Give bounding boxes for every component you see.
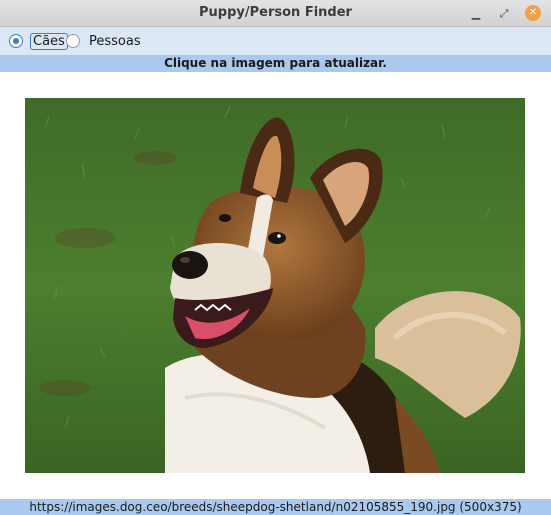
radio-pessoas-label[interactable]: Pessoas [87,33,143,50]
radio-caes-label[interactable]: Cães [30,32,68,50]
radio-caes[interactable]: Cães [9,31,68,51]
title-bar[interactable]: Puppy/Person Finder ▁ ⤢ ✕ [0,0,551,27]
radio-pessoas[interactable]: Pessoas [66,31,143,51]
dog-image[interactable] [25,98,525,473]
dog-photo [25,98,525,473]
radio-checked-icon[interactable] [9,34,23,48]
close-icon[interactable]: ✕ [525,5,541,21]
app-window: Puppy/Person Finder ▁ ⤢ ✕ Cães Pessoas C… [0,0,551,515]
category-toolbar: Cães Pessoas [0,27,551,55]
image-url-status: https://images.dog.ceo/breeds/sheepdog-s… [0,499,551,515]
radio-unchecked-icon[interactable] [66,34,80,48]
info-banner: Clique na imagem para atualizar. [0,55,551,72]
minimize-icon[interactable]: ▁ [468,5,484,21]
maximize-icon[interactable]: ⤢ [496,5,512,21]
